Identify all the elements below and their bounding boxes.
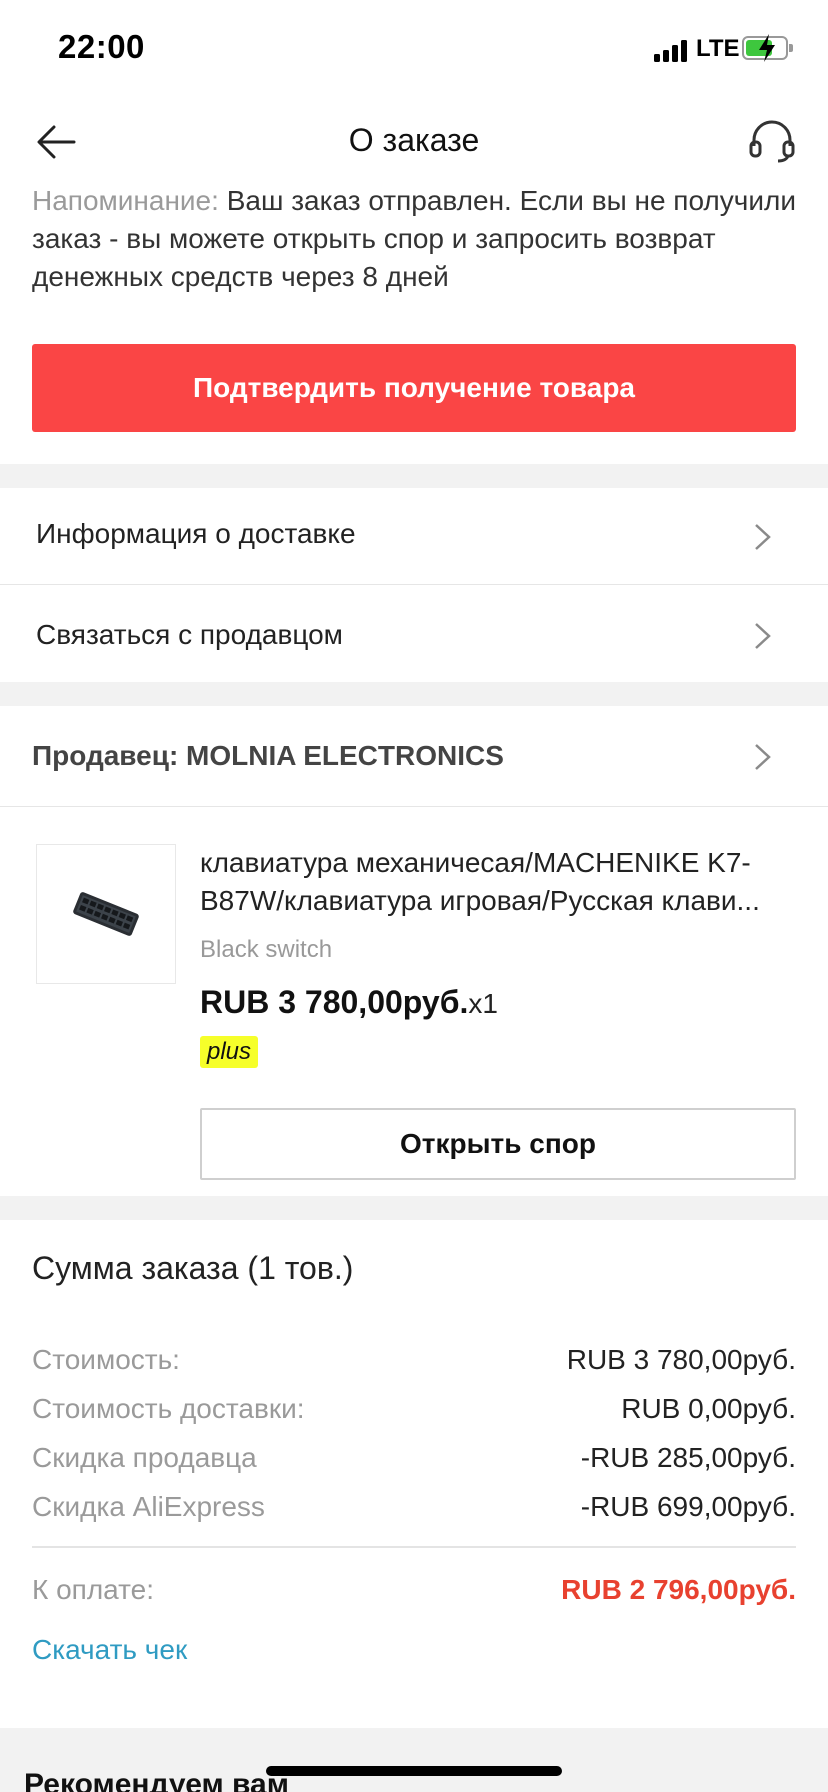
plus-badge: plus [200,1036,258,1068]
total-label: К оплате: [32,1574,154,1605]
signal-icon [654,40,688,62]
keyboard-image [73,892,139,936]
product-price-value: RUB 3 780,00руб. [200,984,469,1020]
summary-total: К оплате: RUB 2 796,00руб. [32,1574,796,1606]
product-title[interactable]: клавиатура механичесая/MACHENIKE K7-B87W… [200,844,790,920]
summary-line-shipping: Стоимость доставки: RUB 0,00руб. [32,1393,796,1425]
delivery-info-label: Информация о доставке [36,518,356,549]
status-time: 22:00 [58,28,145,65]
summary-value: RUB 3 780,00руб. [566,1344,796,1375]
recommend-title: Рекомендуем вам [24,1768,289,1792]
product-variant: Black switch [200,936,333,963]
open-dispute-button[interactable]: Открыть спор [200,1108,796,1180]
summary-value: -RUB 699,00руб. [580,1491,796,1522]
network-label: LTE [696,35,740,62]
section-gap [0,1196,828,1220]
chevron-right-icon [755,623,771,649]
summary-line-cost: Стоимость: RUB 3 780,00руб. [32,1344,796,1376]
order-summary-title: Сумма заказа (1 тов.) [32,1250,354,1286]
contact-seller-row[interactable]: Связаться с продавцом [0,585,828,681]
summary-label: Скидка продавца [32,1442,257,1473]
page-title: О заказе [348,122,480,158]
seller-name: Продавец: MOLNIA ELECTRONICS [32,740,504,771]
summary-label: Скидка AliExpress [32,1491,265,1522]
chevron-right-icon [755,744,771,770]
download-receipt-link[interactable]: Скачать чек [32,1634,187,1666]
summary-line-aliexpress-discount: Скидка AliExpress -RUB 699,00руб. [32,1491,796,1523]
summary-value: RUB 0,00руб. [621,1393,796,1424]
product-price: RUB 3 780,00руб.x1 [200,984,498,1021]
confirm-receipt-button[interactable]: Подтвердить получение товара [32,344,796,432]
divider [0,806,828,807]
product-image[interactable] [36,844,176,984]
product-quantity: x1 [468,988,498,1019]
section-gap [0,464,828,488]
summary-label: Стоимость доставки: [32,1393,305,1424]
battery-icon [742,34,793,62]
divider [32,1546,796,1548]
summary-label: Стоимость: [32,1344,180,1375]
home-indicator[interactable] [266,1766,562,1776]
chevron-right-icon [755,524,771,550]
contact-seller-label: Связаться с продавцом [36,619,343,650]
status-bar: 22:00 LTE [0,0,828,96]
section-gap [0,682,828,706]
reminder-text: Напоминание: Ваш заказ отправлен. Если в… [32,182,802,296]
summary-line-seller-discount: Скидка продавца -RUB 285,00руб. [32,1442,796,1474]
support-headset-icon[interactable] [748,118,796,164]
summary-value: -RUB 285,00руб. [580,1442,796,1473]
reminder-label: Напоминание: [32,185,219,216]
total-value: RUB 2 796,00руб. [561,1574,796,1605]
nav-bar: О заказе [0,96,828,186]
delivery-info-row[interactable]: Информация о доставке [0,488,828,584]
